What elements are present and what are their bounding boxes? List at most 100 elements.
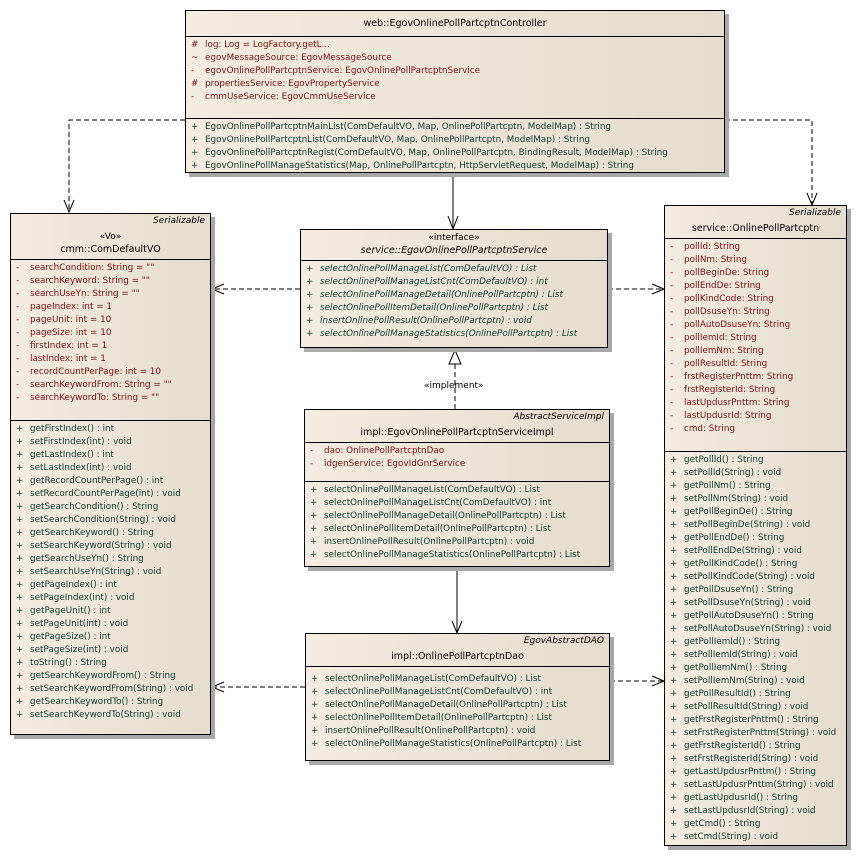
attribute-row[interactable]: - pollDsuseYn: String: [665, 306, 846, 319]
attribute-row[interactable]: - searchKeywordTo: String = "": [11, 392, 210, 405]
operation-row[interactable]: + getCmd() : String: [665, 818, 846, 831]
operation-row[interactable]: + getSearchUseYn() : String: [11, 553, 210, 566]
attribute-row[interactable]: - pollIemId: String: [665, 332, 846, 345]
operation-row[interactable]: + setPollAutoDsuseYn(String) : void: [665, 623, 846, 636]
attribute-row[interactable]: - searchKeywordFrom: String = "": [11, 379, 210, 392]
operation-row[interactable]: + selectOnlinePollItemDetail(OnlinePollPa…: [301, 302, 607, 315]
operation-row[interactable]: + getPollBeginDe() : String: [665, 506, 846, 519]
operation-row[interactable]: + setFrstRegisterId(String) : void: [665, 753, 846, 766]
attribute-row[interactable]: - pageSize: int = 10: [11, 327, 210, 340]
class-service-interface[interactable]: «interface» service::EgovOnlinePollPartc…: [300, 229, 608, 348]
operation-row[interactable]: + getPollIemNm() : String: [665, 662, 846, 675]
attribute-row[interactable]: - searchCondition: String = "": [11, 262, 210, 275]
operation-row[interactable]: + getFirstIndex() : int: [11, 423, 210, 436]
attribute-row[interactable]: - frstRegisterId: String: [665, 384, 846, 397]
class-service-impl[interactable]: AbstractServiceImpl impl::EgovOnlinePoll…: [304, 409, 610, 567]
attribute-row[interactable]: - recordCountPerPage: int = 10: [11, 366, 210, 379]
attribute-row[interactable]: - pollEndDe: String: [665, 280, 846, 293]
operation-row[interactable]: + getSearchKeywordTo() : String: [11, 696, 210, 709]
operation-row[interactable]: + selectOnlinePollManageDetail(OnlinePoll…: [306, 699, 609, 712]
operation-row[interactable]: + getPollResultId() : String: [665, 688, 846, 701]
operation-row[interactable]: + setPageUnit(int) : void: [11, 618, 210, 631]
operation-row[interactable]: + getSearchCondition() : String: [11, 501, 210, 514]
class-online-poll-partcptn[interactable]: Serializable service::OnlinePollPartcptn…: [664, 205, 847, 846]
operation-row[interactable]: + selectOnlinePollManageListCnt(ComDefaul…: [305, 497, 609, 510]
operation-row[interactable]: + setPageIndex(int) : void: [11, 592, 210, 605]
attribute-row[interactable]: - searchKeyword: String = "": [11, 275, 210, 288]
operation-row[interactable]: + selectOnlinePollManageStatistics(Online…: [305, 549, 609, 562]
operation-row[interactable]: + selectOnlinePollManageDetail(OnlinePoll…: [301, 289, 607, 302]
operation-row[interactable]: + selectOnlinePollManageStatistics(Online…: [301, 328, 607, 341]
attribute-row[interactable]: - cmmUseService: EgovCmmUseService: [186, 91, 724, 104]
operation-row[interactable]: + getPollIemId() : String: [665, 636, 846, 649]
class-comdefaultvo[interactable]: Serializable «Vo» cmm::ComDefaultVO - sea…: [10, 213, 211, 735]
attribute-row[interactable]: - pollAutoDsuseYn: String: [665, 319, 846, 332]
operation-row[interactable]: + getLastUpdusrPnttm() : String: [665, 766, 846, 779]
class-controller[interactable]: web::EgovOnlinePollPartcptnController # l…: [185, 10, 725, 173]
operation-row[interactable]: + getPollKindCode() : String: [665, 558, 846, 571]
operation-row[interactable]: + getPollDsuseYn() : String: [665, 584, 846, 597]
operation-row[interactable]: + getPageUnit() : int: [11, 605, 210, 618]
operation-row[interactable]: + selectOnlinePollManageList(ComDefaultVO…: [305, 484, 609, 497]
operation-row[interactable]: + getFrstRegisterPnttm() : String: [665, 714, 846, 727]
operation-row[interactable]: + selectOnlinePollManageList(ComDefaultVO…: [301, 263, 607, 276]
attribute-row[interactable]: # log: Log = LogFactory.getL...: [186, 39, 724, 52]
attribute-row[interactable]: - pollNm: String: [665, 254, 846, 267]
operation-row[interactable]: + selectOnlinePollManageDetail(OnlinePoll…: [305, 510, 609, 523]
operation-row[interactable]: + EgovOnlinePollManageStatistics(Map, Onl…: [186, 160, 724, 173]
attribute-row[interactable]: - pollResultId: String: [665, 358, 846, 371]
operation-row[interactable]: + getPageIndex() : int: [11, 579, 210, 592]
operation-row[interactable]: + insertOnlinePollResult(OnlinePollPartcp…: [306, 725, 609, 738]
operation-row[interactable]: + EgovOnlinePollPartcptnList(ComDefaultVO…: [186, 134, 724, 147]
attribute-row[interactable]: # propertiesService: EgovPropertyService: [186, 78, 724, 91]
operation-row[interactable]: + setLastUpdusrId(String) : void: [665, 805, 846, 818]
operation-row[interactable]: + setPollDsuseYn(String) : void: [665, 597, 846, 610]
operation-row[interactable]: + setPollBeginDe(String) : void: [665, 519, 846, 532]
operation-row[interactable]: + selectOnlinePollItemDetail(OnlinePollPa…: [305, 523, 609, 536]
operation-row[interactable]: + setFrstRegisterPnttm(String) : void: [665, 727, 846, 740]
attribute-row[interactable]: - pageIndex: int = 1: [11, 301, 210, 314]
operation-row[interactable]: + setSearchKeyword(String) : void: [11, 540, 210, 553]
operation-row[interactable]: + getLastIndex() : int: [11, 449, 210, 462]
operation-row[interactable]: + setSearchKeywordTo(String) : void: [11, 709, 210, 722]
attribute-row[interactable]: - pollKindCode: String: [665, 293, 846, 306]
attribute-row[interactable]: - pollIemNm: String: [665, 345, 846, 358]
operation-row[interactable]: + setPollNm(String) : void: [665, 493, 846, 506]
attribute-row[interactable]: - pollBeginDe: String: [665, 267, 846, 280]
attribute-row[interactable]: - frstRegisterPnttm: String: [665, 371, 846, 384]
operation-row[interactable]: + EgovOnlinePollPartcptnMainList(ComDefau…: [186, 121, 724, 134]
attribute-row[interactable]: - firstIndex: int = 1: [11, 340, 210, 353]
operation-row[interactable]: + setPollResultId(String) : void: [665, 701, 846, 714]
operation-row[interactable]: + getPollEndDe() : String: [665, 532, 846, 545]
operation-row[interactable]: + setPollId(String) : void: [665, 467, 846, 480]
operation-row[interactable]: + getLastUpdusrId() : String: [665, 792, 846, 805]
operation-row[interactable]: + setPollKindCode(String) : void: [665, 571, 846, 584]
attribute-row[interactable]: - cmd: String: [665, 423, 846, 436]
operation-row[interactable]: + getRecordCountPerPage() : int: [11, 475, 210, 488]
operation-row[interactable]: + selectOnlinePollManageListCnt(ComDefaul…: [306, 686, 609, 699]
operation-row[interactable]: + setRecordCountPerPage(int) : void: [11, 488, 210, 501]
operation-row[interactable]: + getFrstRegisterId() : String: [665, 740, 846, 753]
operation-row[interactable]: + setFirstIndex(int) : void: [11, 436, 210, 449]
attribute-row[interactable]: - lastUpdusrId: String: [665, 410, 846, 423]
attribute-row[interactable]: - egovOnlinePollPartcptnService: EgovOnli…: [186, 65, 724, 78]
attribute-row[interactable]: - searchUseYn: String = "": [11, 288, 210, 301]
operation-row[interactable]: + selectOnlinePollManageList(ComDefaultVO…: [306, 673, 609, 686]
attribute-row[interactable]: ~ egovMessageSource: EgovMessageSource: [186, 52, 724, 65]
operation-row[interactable]: + insertOnlinePollResult(OnlinePollPartcp…: [305, 536, 609, 549]
operation-row[interactable]: + setSearchKeywordFrom(String) : void: [11, 683, 210, 696]
operation-row[interactable]: + EgovOnlinePollPartcptnRegist(ComDefault…: [186, 147, 724, 160]
operation-row[interactable]: + setSearchCondition(String) : void: [11, 514, 210, 527]
attribute-row[interactable]: - pageUnit: int = 10: [11, 314, 210, 327]
operation-row[interactable]: + setLastUpdusrPnttm(String) : void: [665, 779, 846, 792]
attribute-row[interactable]: - lastIndex: int = 1: [11, 353, 210, 366]
operation-row[interactable]: + getPollNm() : String: [665, 480, 846, 493]
operation-row[interactable]: + getSearchKeyword() : String: [11, 527, 210, 540]
operation-row[interactable]: + getPollAutoDsuseYn() : String: [665, 610, 846, 623]
operation-row[interactable]: + setCmd(String) : void: [665, 831, 846, 844]
attribute-row[interactable]: - lastUpdusrPnttm: String: [665, 397, 846, 410]
attribute-row[interactable]: - idgenService: EgovIdGnrService: [305, 458, 609, 471]
attribute-row[interactable]: - pollId: String: [665, 241, 846, 254]
operation-row[interactable]: + selectOnlinePollManageStatistics(Online…: [306, 738, 609, 751]
operation-row[interactable]: + setPollIemNm(String) : void: [665, 675, 846, 688]
